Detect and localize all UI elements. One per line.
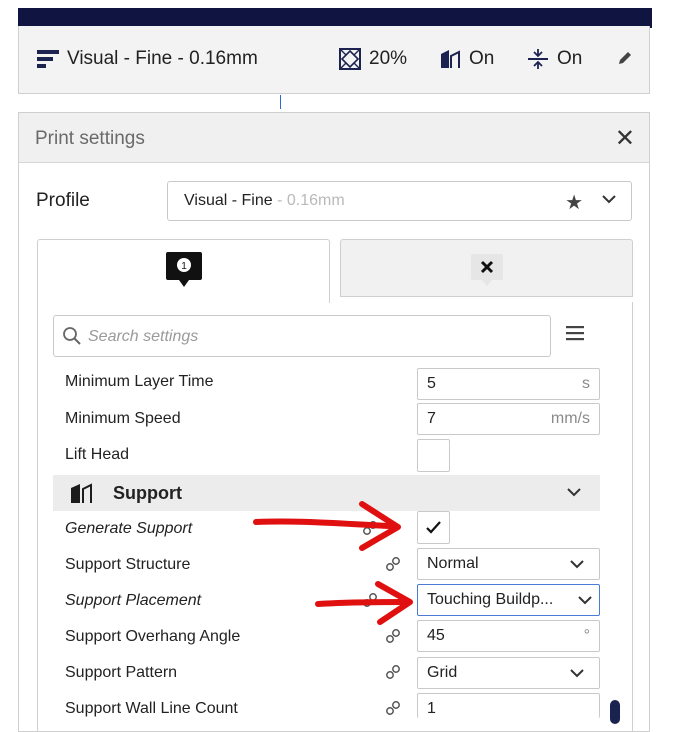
search-input[interactable]	[86, 324, 530, 350]
wall-line-count-input[interactable]: 1	[417, 693, 600, 718]
header-infill[interactable]: 20%	[339, 48, 407, 70]
header-profile-label: Visual - Fine - 0.16mm	[67, 48, 258, 69]
lift-head-checkbox[interactable]	[417, 439, 450, 472]
tab-2-icon-wrap	[467, 250, 507, 295]
header-adhesion-value: On	[557, 48, 583, 69]
header-adhesion[interactable]: On	[527, 48, 582, 70]
settings-menu-button[interactable]	[566, 325, 584, 346]
select-value: Touching Buildp...	[427, 591, 554, 608]
tab-1-icon-wrap: 1	[164, 250, 204, 295]
support-structure-select[interactable]: Normal	[417, 548, 600, 580]
setting-label: Support Pattern	[65, 664, 178, 681]
red-arrow-icon	[253, 501, 401, 551]
field-unit: s	[582, 375, 590, 392]
tab-recommended[interactable]: 1	[37, 239, 330, 303]
position-marker	[280, 95, 281, 109]
pencil-icon	[619, 52, 631, 64]
star-icon[interactable]: ★	[565, 190, 583, 215]
setting-label: Lift Head	[65, 446, 130, 463]
setting-label: Support Placement	[65, 592, 202, 609]
support-placement-select[interactable]: Touching Buildp...	[417, 584, 600, 616]
profile-name-text: Visual - Fine	[184, 192, 273, 209]
close-icon[interactable]: ✕	[615, 124, 635, 153]
profile-value: Visual - Fine - 0.16mm	[184, 192, 345, 210]
setting-label: Minimum Layer Time	[65, 373, 214, 390]
checkmark-icon	[426, 521, 441, 534]
field-unit: mm/s	[550, 410, 590, 427]
setting-label: Support Overhang Angle	[65, 628, 241, 645]
chevron-down-icon	[570, 669, 584, 678]
link-icon[interactable]	[385, 664, 401, 680]
profile-layer-height: - 0.16mm	[272, 192, 345, 209]
field-value: 1	[427, 700, 436, 717]
field-value: 5	[427, 375, 436, 392]
generate-support-checkbox[interactable]	[417, 511, 450, 544]
overhang-angle-input[interactable]: 45 °	[417, 620, 600, 652]
header-profile[interactable]: Visual - Fine - 0.16mm	[37, 48, 258, 70]
edit-button[interactable]	[617, 50, 641, 66]
chevron-down-icon	[567, 488, 581, 497]
menu-icon	[566, 326, 584, 341]
infill-icon	[339, 48, 361, 70]
badge-icon: 1	[165, 252, 202, 287]
header-support-value: On	[469, 48, 495, 69]
link-icon[interactable]	[385, 556, 401, 572]
top-dark-strip	[18, 8, 652, 28]
setting-label: Support Structure	[65, 556, 191, 573]
field-value: 7	[427, 410, 436, 427]
profile-lines-icon	[37, 50, 59, 68]
chevron-down-icon[interactable]	[601, 194, 617, 204]
scrollbar-handle[interactable]	[610, 700, 620, 724]
header-support[interactable]: On	[439, 48, 494, 70]
field-unit: °	[583, 627, 590, 644]
red-arrow-icon	[315, 581, 413, 625]
min-speed-input[interactable]: 7 mm/s	[417, 403, 600, 435]
support-icon	[71, 483, 92, 503]
search-field[interactable]	[53, 315, 551, 357]
close-badge-icon	[470, 254, 503, 286]
link-icon[interactable]	[385, 628, 401, 644]
support-pattern-select[interactable]: Grid	[417, 657, 600, 689]
adhesion-icon	[528, 49, 548, 69]
link-icon[interactable]	[385, 700, 401, 716]
panel-header: Print settings ✕	[19, 113, 649, 163]
select-value: Grid	[427, 664, 458, 681]
support-icon	[441, 50, 460, 68]
search-icon	[63, 327, 81, 345]
chevron-down-icon	[570, 560, 584, 569]
tab-custom[interactable]	[340, 239, 633, 297]
panel-title: Print settings	[35, 128, 145, 149]
chevron-down-icon	[578, 596, 592, 605]
header-infill-value: 20%	[369, 48, 408, 69]
min-layer-time-input[interactable]: 5 s	[417, 368, 600, 400]
print-setup-header[interactable]: Visual - Fine - 0.16mm 20% On On	[18, 26, 650, 94]
tab-1-badge: 1	[181, 261, 187, 272]
setting-label: Support Wall Line Count	[65, 700, 238, 717]
profile-label: Profile	[36, 190, 90, 211]
setting-label: Generate Support	[65, 520, 193, 537]
setting-label: Minimum Speed	[65, 410, 181, 427]
profile-dropdown[interactable]: Visual - Fine - 0.16mm ★	[167, 181, 632, 221]
section-title: Support	[113, 483, 182, 503]
field-value: 45	[427, 627, 445, 644]
select-value: Normal	[427, 555, 479, 572]
